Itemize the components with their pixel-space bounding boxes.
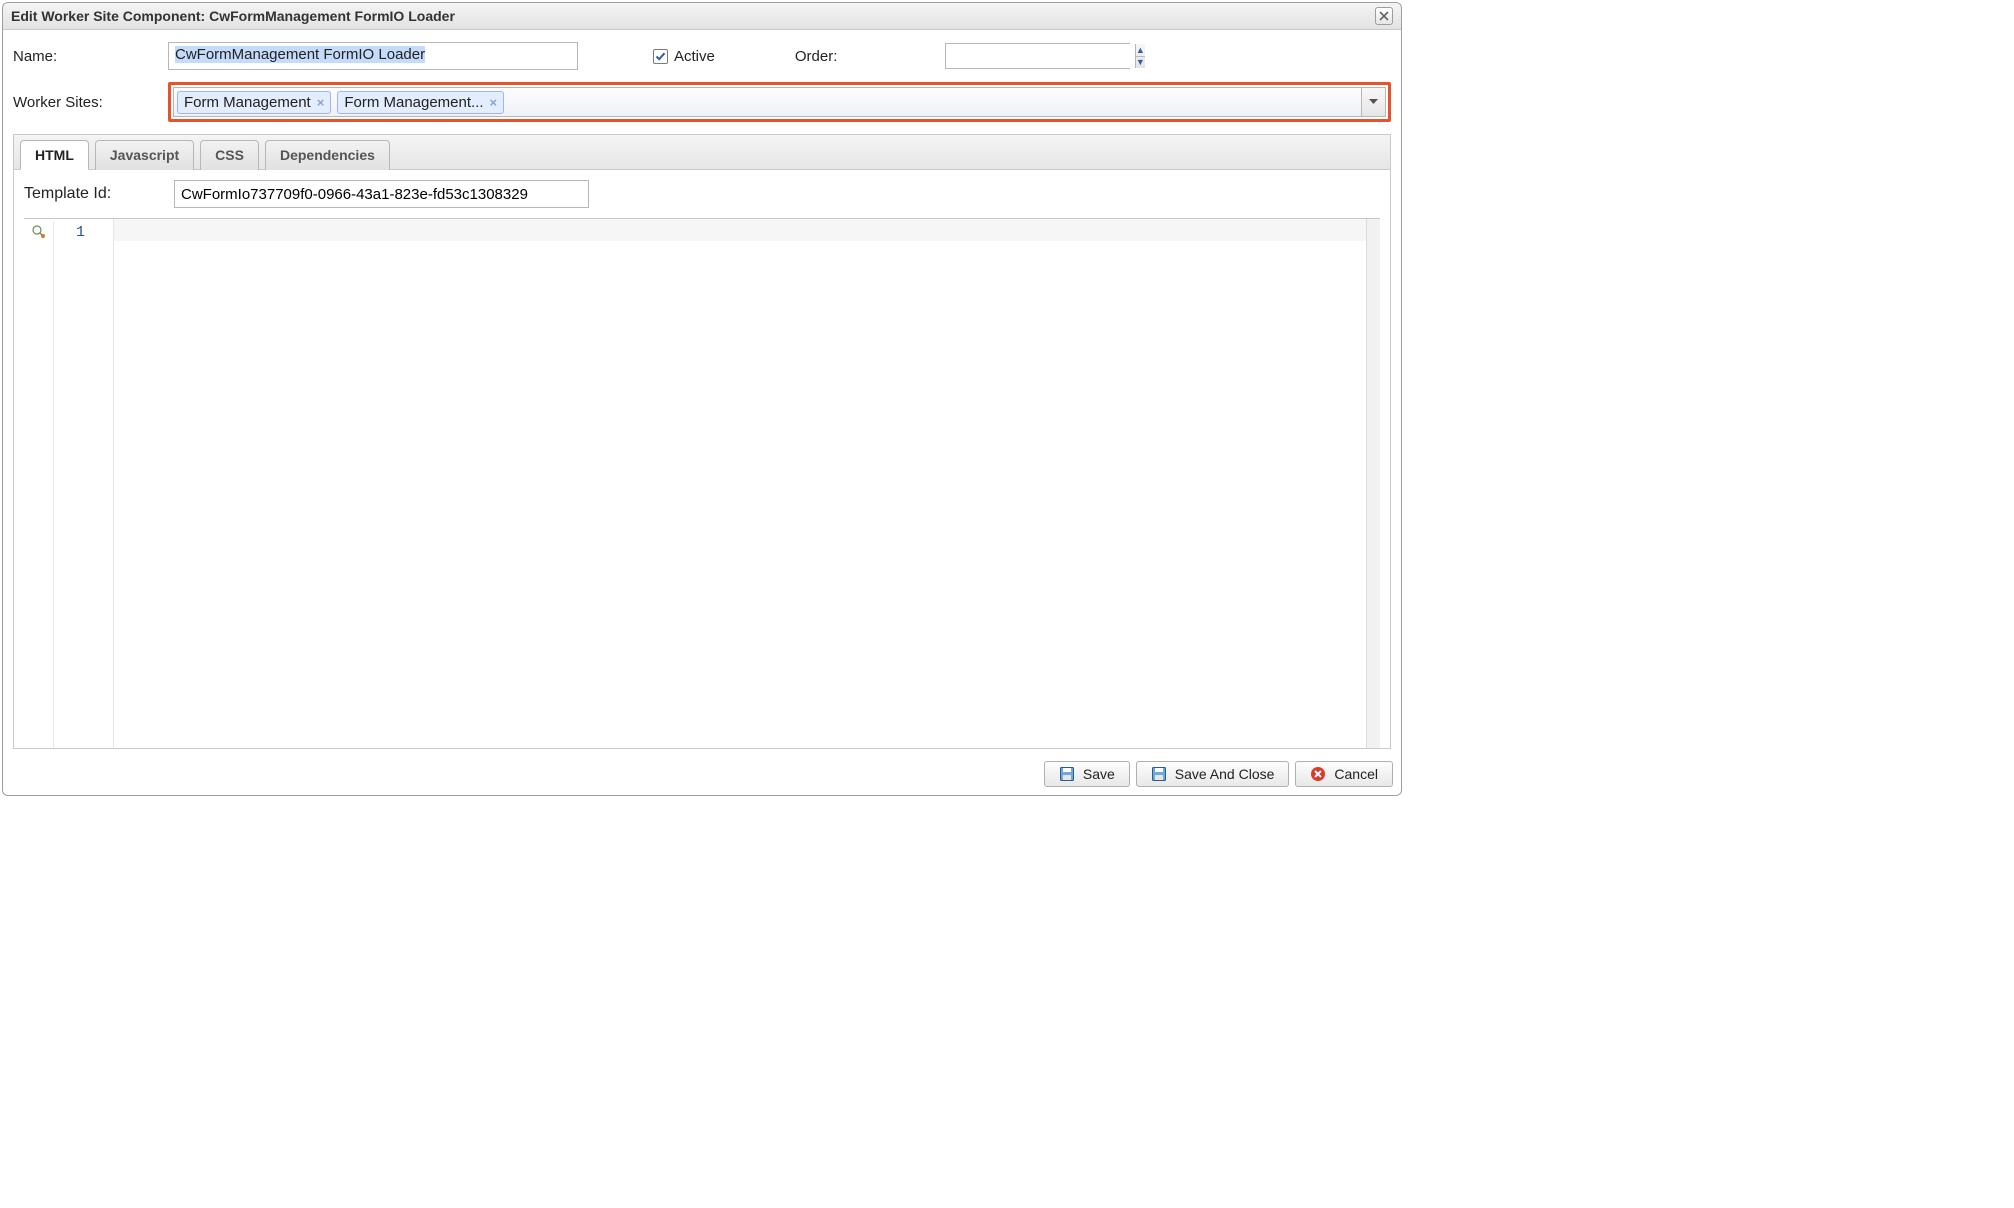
dialog-titlebar: Edit Worker Site Component: CwFormManage… xyxy=(3,3,1401,30)
spinner-up-icon[interactable]: ▲ xyxy=(1136,44,1145,57)
tab-label: Dependencies xyxy=(280,147,375,163)
tab-html[interactable]: HTML xyxy=(20,140,89,170)
editor-gutter: 1 xyxy=(24,219,114,748)
save-and-close-button[interactable]: Save And Close xyxy=(1136,761,1290,787)
gutter-icon-col xyxy=(24,222,54,748)
tab-label: CSS xyxy=(215,147,244,163)
close-icon[interactable] xyxy=(1375,7,1393,25)
save-button-label: Save xyxy=(1083,766,1115,782)
tab-body: Template Id: xyxy=(14,170,1390,748)
dialog-window: Edit Worker Site Component: CwFormManage… xyxy=(2,2,1402,796)
editor-text-area[interactable] xyxy=(114,219,1366,748)
tab-dependencies[interactable]: Dependencies xyxy=(265,140,390,170)
dialog-content: Name: CwFormManagement FormIO Loader Act… xyxy=(3,30,1401,753)
worker-sites-dropdown-icon[interactable] xyxy=(1362,87,1386,117)
cancel-button[interactable]: Cancel xyxy=(1295,761,1393,787)
code-editor[interactable]: 1 xyxy=(24,218,1380,748)
row-worker-sites: Worker Sites: Form Management × Form Man… xyxy=(13,82,1391,122)
order-input[interactable] xyxy=(946,44,1135,68)
active-checkbox[interactable] xyxy=(653,49,668,64)
cancel-icon xyxy=(1310,766,1326,782)
magnifier-icon[interactable] xyxy=(31,224,47,748)
save-button[interactable]: Save xyxy=(1044,761,1130,787)
name-input[interactable]: CwFormManagement FormIO Loader xyxy=(168,42,578,70)
spinner-buttons: ▲ ▼ xyxy=(1135,44,1145,68)
active-checkbox-group: Active xyxy=(653,48,715,65)
line-number: 1 xyxy=(54,222,113,748)
order-label: Order: xyxy=(795,48,945,65)
order-spinner[interactable]: ▲ ▼ xyxy=(945,43,1130,69)
template-id-row: Template Id: xyxy=(24,180,1380,208)
tab-label: HTML xyxy=(35,147,74,163)
tabstrip: HTML Javascript CSS Dependencies xyxy=(14,135,1390,170)
editor-scrollbar[interactable] xyxy=(1366,219,1380,748)
dialog-title: Edit Worker Site Component: CwFormManage… xyxy=(11,8,455,24)
tag-remove-icon[interactable]: × xyxy=(317,95,325,110)
save-and-close-button-label: Save And Close xyxy=(1175,766,1275,782)
worker-sites-combo[interactable]: Form Management × Form Management... × xyxy=(173,87,1362,117)
tab-label: Javascript xyxy=(110,147,179,163)
cancel-button-label: Cancel xyxy=(1334,766,1378,782)
spinner-down-icon[interactable]: ▼ xyxy=(1136,57,1145,69)
button-bar: Save Save And Close Cancel xyxy=(3,753,1401,795)
tab-javascript[interactable]: Javascript xyxy=(95,140,194,170)
worker-sites-label: Worker Sites: xyxy=(13,94,168,111)
worker-sites-tag-label: Form Management xyxy=(184,94,311,111)
name-label: Name: xyxy=(13,48,168,65)
worker-sites-tag[interactable]: Form Management × xyxy=(177,91,331,114)
name-input-value: CwFormManagement FormIO Loader xyxy=(175,46,425,63)
worker-sites-tag-label: Form Management... xyxy=(344,94,483,111)
template-id-label: Template Id: xyxy=(24,185,174,203)
active-label: Active xyxy=(674,48,715,65)
disk-icon xyxy=(1059,766,1075,782)
tag-remove-icon[interactable]: × xyxy=(490,95,498,110)
tab-css[interactable]: CSS xyxy=(200,140,259,170)
template-id-input[interactable] xyxy=(174,180,589,208)
row-name-active-order: Name: CwFormManagement FormIO Loader Act… xyxy=(13,42,1391,70)
worker-sites-highlight: Form Management × Form Management... × xyxy=(168,82,1391,122)
tabs-panel: HTML Javascript CSS Dependencies Templat… xyxy=(13,134,1391,749)
worker-sites-tag[interactable]: Form Management... × xyxy=(337,91,504,114)
disk-icon xyxy=(1151,766,1167,782)
